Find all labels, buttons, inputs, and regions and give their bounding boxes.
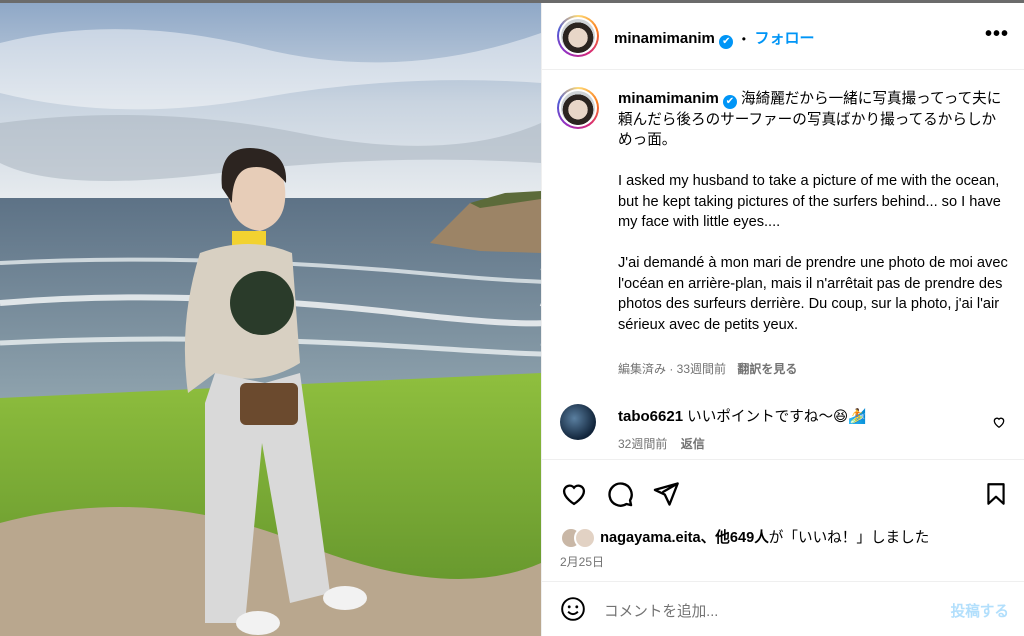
- heart-icon[interactable]: [560, 480, 588, 513]
- separator: •: [741, 32, 746, 46]
- post-date: 2月25日: [560, 555, 605, 569]
- bookmark-icon[interactable]: [983, 480, 1009, 513]
- comment-meta: 32週間前 返信: [618, 435, 705, 452]
- caption-meta: 編集済み · 33週間前 翻訳を見る: [618, 360, 797, 377]
- comment-text: いいポイントですね〜😆🏄: [687, 409, 867, 425]
- post-caption: minamimanim ✔ 海綺麗だから一緒に写真撮ってって夫に頼んだら後ろのサ…: [618, 89, 1008, 356]
- caption-edited-time: 編集済み · 33週間前: [618, 362, 727, 376]
- verified-icon: ✔: [722, 95, 737, 109]
- emoji-icon[interactable]: [560, 596, 586, 627]
- caption-text-en: I asked my husband to take a picture of …: [618, 173, 1001, 230]
- comment-input[interactable]: コメントを追加...: [604, 600, 718, 621]
- follow-button[interactable]: フォロー: [754, 30, 814, 47]
- comment-like-heart-icon[interactable]: [992, 415, 1006, 434]
- more-icon[interactable]: •••: [985, 23, 1009, 46]
- commenter-avatar[interactable]: [560, 404, 596, 440]
- post-actions: nagayama.eita、他649人が「いいね！」しました 2月25日: [542, 459, 1024, 581]
- liker-username[interactable]: nagayama.eita: [600, 530, 701, 546]
- likes-count[interactable]: 、他649人: [701, 530, 769, 546]
- post-side-panel: minamimanim ✔ • フォロー ••• minamimanim ✔ 海…: [541, 3, 1024, 636]
- post-photo[interactable]: [0, 3, 541, 636]
- comment-username[interactable]: tabo6621: [618, 408, 683, 425]
- post-comment-button[interactable]: 投稿する: [951, 600, 1009, 621]
- translate-button[interactable]: 翻訳を見る: [737, 362, 797, 376]
- post-header: minamimanim ✔ • フォロー •••: [542, 3, 1024, 70]
- author-username[interactable]: minamimanim: [614, 30, 715, 47]
- caption-author-avatar[interactable]: [557, 87, 599, 129]
- caption-jp-block: minamimanim ✔ 海綺麗だから一緒に写真撮ってって夫に頼んだら後ろのサ…: [618, 89, 1008, 151]
- comment-icon[interactable]: [606, 480, 634, 513]
- reply-button[interactable]: 返信: [681, 437, 705, 451]
- author-line: minamimanim ✔ • フォロー: [614, 27, 814, 49]
- likes-line[interactable]: nagayama.eita、他649人が「いいね！」しました: [560, 526, 930, 550]
- verified-icon: ✔: [719, 35, 734, 49]
- comment-time: 32週間前: [618, 437, 668, 451]
- comment-composer: コメントを追加... 投稿する: [542, 581, 1024, 636]
- caption-text-fr: J'ai demandé à mon mari de prendre une p…: [618, 255, 1008, 333]
- caption-username[interactable]: minamimanim: [618, 90, 719, 107]
- comment: tabo6621 いいポイントですね〜😆🏄: [618, 405, 866, 426]
- author-avatar[interactable]: [557, 15, 599, 57]
- share-icon[interactable]: [652, 480, 680, 513]
- liker-avatar: [574, 527, 596, 550]
- likes-suffix: が「いいね！」しました: [768, 530, 930, 546]
